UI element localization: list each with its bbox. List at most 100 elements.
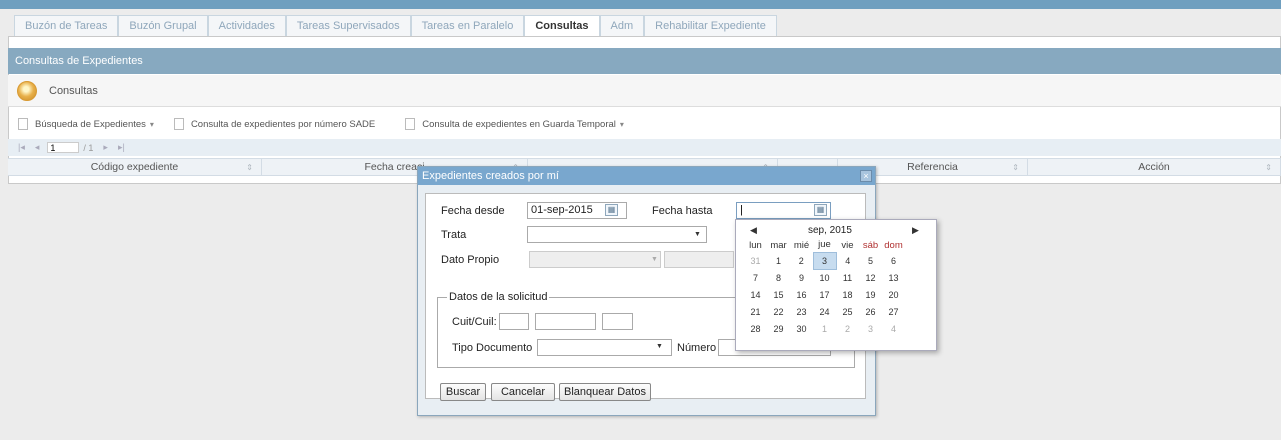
dato-propio-value[interactable] [664, 251, 734, 268]
blanquear-datos-button[interactable]: Blanquear Datos [559, 383, 651, 401]
main-tabs: Buzón de Tareas Buzón Grupal Actividades… [14, 15, 777, 36]
calendar-day[interactable]: 23 [790, 303, 813, 320]
trata-label: Trata [441, 229, 467, 241]
tipo-documento-select[interactable] [537, 339, 672, 356]
calendar-day-today[interactable]: 3 [812, 251, 837, 270]
chevron-down-icon: ▾ [149, 119, 154, 129]
dato-propio-select[interactable] [529, 251, 661, 268]
tab-buzon-grupal[interactable]: Buzón Grupal [118, 15, 208, 36]
calendar-day[interactable]: 12 [859, 269, 882, 286]
calendar-day[interactable]: 13 [882, 269, 905, 286]
dato-propio-label: Dato Propio [441, 254, 500, 266]
calendar-day[interactable]: 27 [882, 303, 905, 320]
dialog-title: Expedientes creados por mí [418, 167, 875, 185]
busqueda-expedientes-menu[interactable]: Búsqueda de Expedientes ▾ [18, 118, 154, 130]
calendar-day[interactable]: 5 [859, 252, 882, 269]
consulta-sade-label: Consulta de expedientes por número SADE [190, 118, 376, 130]
calendar-grid: lun mar mié jue vie sáb dom 31 1 2 3 4 5… [744, 238, 905, 337]
calendar-day[interactable]: 26 [859, 303, 882, 320]
prev-page-icon[interactable]: ◂ [35, 142, 40, 153]
consulta-guarda-menu[interactable]: Consulta de expedientes en Guarda Tempor… [405, 118, 624, 130]
next-page-icon[interactable]: ▸ [103, 142, 108, 153]
calendar-icon[interactable]: ▦ [814, 204, 827, 216]
prev-month-icon[interactable]: ◀ [750, 225, 757, 236]
cuit-prefix-input[interactable] [499, 313, 529, 330]
calendar-day[interactable]: 1 [813, 320, 836, 337]
tab-rehabilitar-expediente[interactable]: Rehabilitar Expediente [644, 15, 777, 36]
tab-tareas-supervisados[interactable]: Tareas Supervisados [285, 15, 411, 36]
calendar-day[interactable]: 4 [882, 320, 905, 337]
calendar-day[interactable]: 9 [790, 269, 813, 286]
last-page-icon[interactable]: ▸| [118, 142, 125, 153]
fecha-desde-label: Fecha desde [441, 205, 505, 217]
consultas-logo-icon [17, 80, 37, 101]
calendar-day[interactable]: 6 [882, 252, 905, 269]
calendar-day[interactable]: 1 [767, 252, 790, 269]
calendar-day[interactable]: 30 [790, 320, 813, 337]
buscar-button[interactable]: Buscar [440, 383, 486, 401]
calendar-day[interactable]: 2 [790, 252, 813, 269]
calendar-day[interactable]: 4 [836, 252, 859, 269]
calendar-day[interactable]: 11 [836, 269, 859, 286]
consulta-guarda-label: Consulta de expedientes en Guarda Tempor… [422, 118, 616, 130]
calendar-header: ◀ sep, 2015 ▶ [736, 225, 936, 237]
calendar-day[interactable]: 24 [813, 303, 836, 320]
weekday-dom: dom [884, 239, 903, 251]
tab-actividades[interactable]: Actividades [207, 15, 286, 36]
consultas-toolbar: Búsqueda de Expedientes ▾ Consulta de ex… [8, 114, 1281, 134]
calendar-icon[interactable]: ▦ [605, 204, 618, 216]
calendar-day[interactable]: 28 [744, 320, 767, 337]
calendar-day[interactable]: 25 [836, 303, 859, 320]
cuit-number-input[interactable] [535, 313, 596, 330]
calendar-day[interactable]: 29 [767, 320, 790, 337]
pager: |◂ ◂ / 1 ▸ ▸| [8, 139, 1281, 156]
consulta-sade-button[interactable]: Consulta de expedientes por número SADE [173, 118, 376, 130]
date-picker-popup: ◀ sep, 2015 ▶ lun mar mié jue vie sáb do… [735, 219, 937, 351]
calendar-day[interactable]: 14 [744, 286, 767, 303]
trata-select[interactable] [527, 226, 707, 243]
tab-tareas-paralelo[interactable]: Tareas en Paralelo [410, 15, 525, 36]
calendar-day[interactable]: 21 [744, 303, 767, 320]
panel-title: Consultas de Expedientes [8, 48, 1281, 74]
cancelar-button[interactable]: Cancelar [491, 383, 555, 401]
calendar-day[interactable]: 19 [859, 286, 882, 303]
chevron-down-icon: ▼ [656, 343, 663, 350]
calendar-day[interactable]: 20 [882, 286, 905, 303]
cuit-label: Cuit/Cuil: [452, 316, 497, 328]
calendar-day[interactable]: 22 [767, 303, 790, 320]
calendar-day[interactable]: 8 [767, 269, 790, 286]
weekday-jue: jue [818, 239, 831, 251]
col-accion[interactable]: Acción ⇕ [1028, 159, 1281, 175]
weekday-mie: mié [793, 239, 810, 251]
calendar-day[interactable]: 2 [836, 320, 859, 337]
first-page-icon[interactable]: |◂ [18, 142, 25, 153]
tab-adm[interactable]: Adm [599, 15, 645, 36]
tab-consultas[interactable]: Consultas [524, 15, 600, 36]
chevron-down-icon: ▾ [619, 119, 624, 129]
calendar-day[interactable]: 15 [767, 286, 790, 303]
close-icon[interactable]: × [860, 170, 872, 182]
sort-icon: ⇕ [1012, 163, 1019, 172]
calendar-day[interactable]: 18 [836, 286, 859, 303]
busqueda-expedientes-label: Búsqueda de Expedientes [35, 118, 146, 130]
tab-buzon-tareas[interactable]: Buzón de Tareas [14, 15, 119, 36]
calendar-day[interactable]: 31 [744, 252, 767, 269]
subheader-label: Consultas [49, 84, 98, 97]
document-icon [405, 118, 416, 130]
weekday-sab: sáb [862, 239, 879, 251]
tipo-documento-label: Tipo Documento [452, 342, 533, 354]
datos-solicitud-legend: Datos de la solicitud [447, 291, 550, 303]
calendar-month-title: sep, 2015 [808, 225, 852, 236]
page-number-input[interactable] [47, 142, 80, 153]
fecha-hasta-label: Fecha hasta [652, 205, 713, 217]
calendar-day[interactable]: 10 [813, 269, 836, 286]
numero-label: Número [677, 342, 717, 354]
next-month-icon[interactable]: ▶ [912, 225, 919, 236]
calendar-day[interactable]: 3 [859, 320, 882, 337]
calendar-day[interactable]: 17 [813, 286, 836, 303]
cuit-suffix-input[interactable] [602, 313, 633, 330]
col-codigo-expediente[interactable]: Código expediente ⇕ [8, 159, 262, 175]
sort-icon: ⇕ [246, 163, 253, 172]
calendar-day[interactable]: 16 [790, 286, 813, 303]
calendar-day[interactable]: 7 [744, 269, 767, 286]
